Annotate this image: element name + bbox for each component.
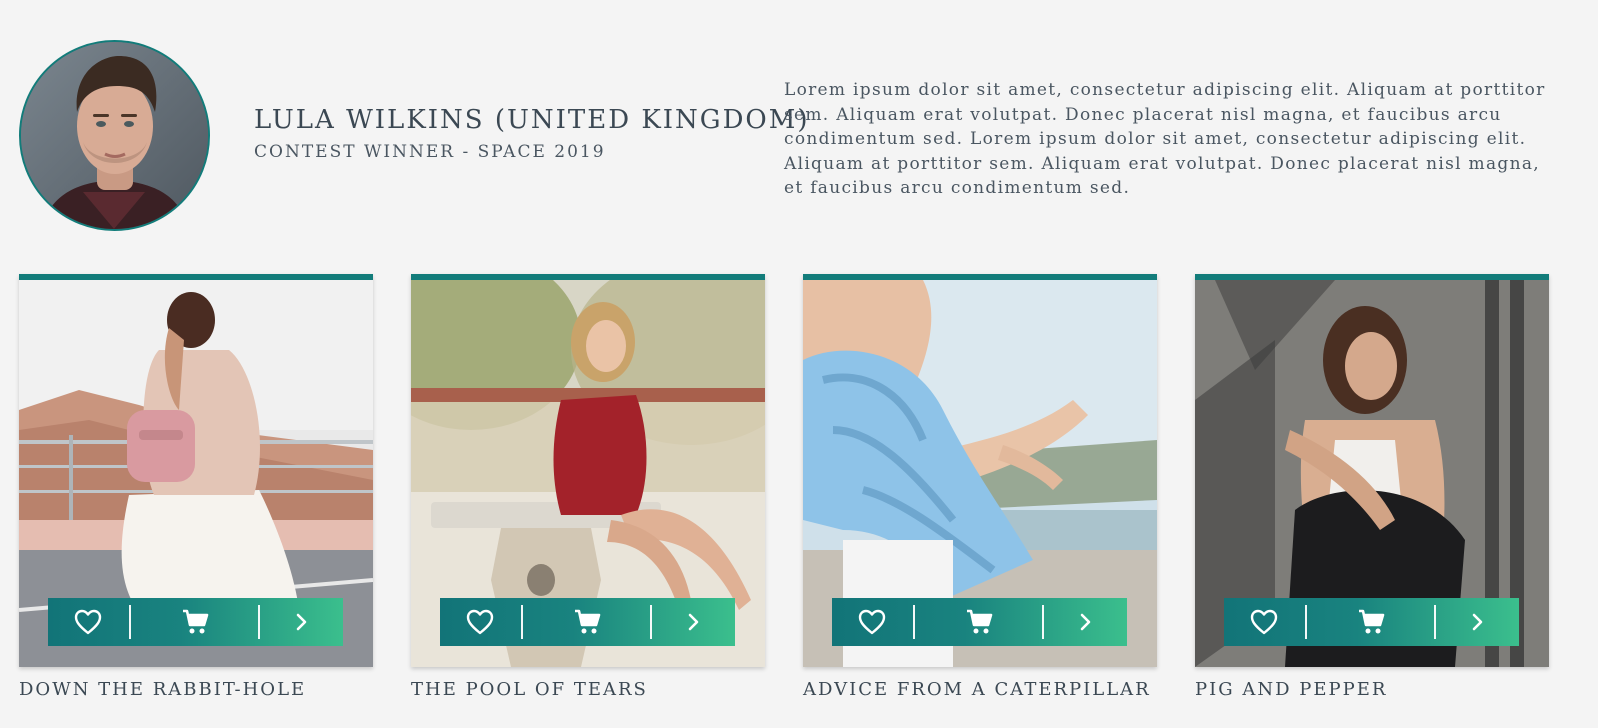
like-button[interactable]	[48, 598, 129, 646]
cart-icon	[966, 609, 992, 634]
view-details-button[interactable]	[260, 598, 343, 646]
cart-icon	[574, 609, 600, 634]
like-button[interactable]	[440, 598, 521, 646]
card-action-bar	[1224, 598, 1519, 646]
heart-icon	[75, 609, 102, 635]
action-divider	[520, 605, 523, 639]
like-button[interactable]	[1224, 598, 1305, 646]
heart-icon	[1251, 609, 1278, 635]
like-button[interactable]	[832, 598, 913, 646]
view-details-button[interactable]	[1436, 598, 1519, 646]
action-divider	[258, 605, 261, 639]
action-divider	[128, 605, 131, 639]
add-to-cart-button[interactable]	[1307, 598, 1434, 646]
gallery: DOWN THE RABBIT-HOLE THE POOL OF TEARS A…	[0, 274, 1598, 728]
profile-bio: Lorem ipsum dolor sit amet, consectetur …	[784, 80, 1546, 198]
action-divider	[1304, 605, 1307, 639]
profile-subtitle: CONTEST WINNER - SPACE 2019	[254, 142, 606, 162]
view-details-button[interactable]	[652, 598, 735, 646]
cart-icon	[1358, 609, 1384, 634]
chevron-right-icon	[1472, 613, 1482, 631]
card-frame	[803, 274, 1157, 667]
action-divider	[1434, 605, 1437, 639]
chevron-right-icon	[688, 613, 698, 631]
chevron-right-icon	[296, 613, 306, 631]
profile-info: LULA WILKINS (UNITED KINGDOM) CONTEST WI…	[254, 104, 810, 162]
card-title[interactable]: PIG AND PEPPER	[1195, 679, 1549, 700]
card-frame	[1195, 274, 1549, 667]
add-to-cart-button[interactable]	[915, 598, 1042, 646]
add-to-cart-button[interactable]	[523, 598, 650, 646]
card-action-bar	[832, 598, 1127, 646]
cart-icon	[182, 609, 208, 634]
heart-icon	[467, 609, 494, 635]
profile-name: LULA WILKINS (UNITED KINGDOM)	[254, 105, 810, 135]
gallery-card: THE POOL OF TEARS	[411, 274, 765, 700]
action-divider	[1042, 605, 1045, 639]
card-frame	[19, 274, 373, 667]
card-frame	[411, 274, 765, 667]
heart-icon	[859, 609, 886, 635]
gallery-card: ADVICE FROM A CATERPILLAR	[803, 274, 1157, 700]
card-title[interactable]: DOWN THE RABBIT-HOLE	[19, 679, 373, 700]
action-divider	[650, 605, 653, 639]
card-action-bar	[440, 598, 735, 646]
card-title[interactable]: ADVICE FROM A CATERPILLAR	[803, 679, 1157, 700]
action-divider	[912, 605, 915, 639]
avatar	[19, 40, 210, 231]
card-title[interactable]: THE POOL OF TEARS	[411, 679, 765, 700]
add-to-cart-button[interactable]	[131, 598, 258, 646]
profile-header: LULA WILKINS (UNITED KINGDOM) CONTEST WI…	[0, 0, 1598, 250]
card-action-bar	[48, 598, 343, 646]
view-details-button[interactable]	[1044, 598, 1127, 646]
gallery-card: PIG AND PEPPER	[1195, 274, 1549, 700]
chevron-right-icon	[1080, 613, 1090, 631]
portrait-photo	[21, 42, 208, 229]
gallery-card: DOWN THE RABBIT-HOLE	[19, 274, 373, 700]
